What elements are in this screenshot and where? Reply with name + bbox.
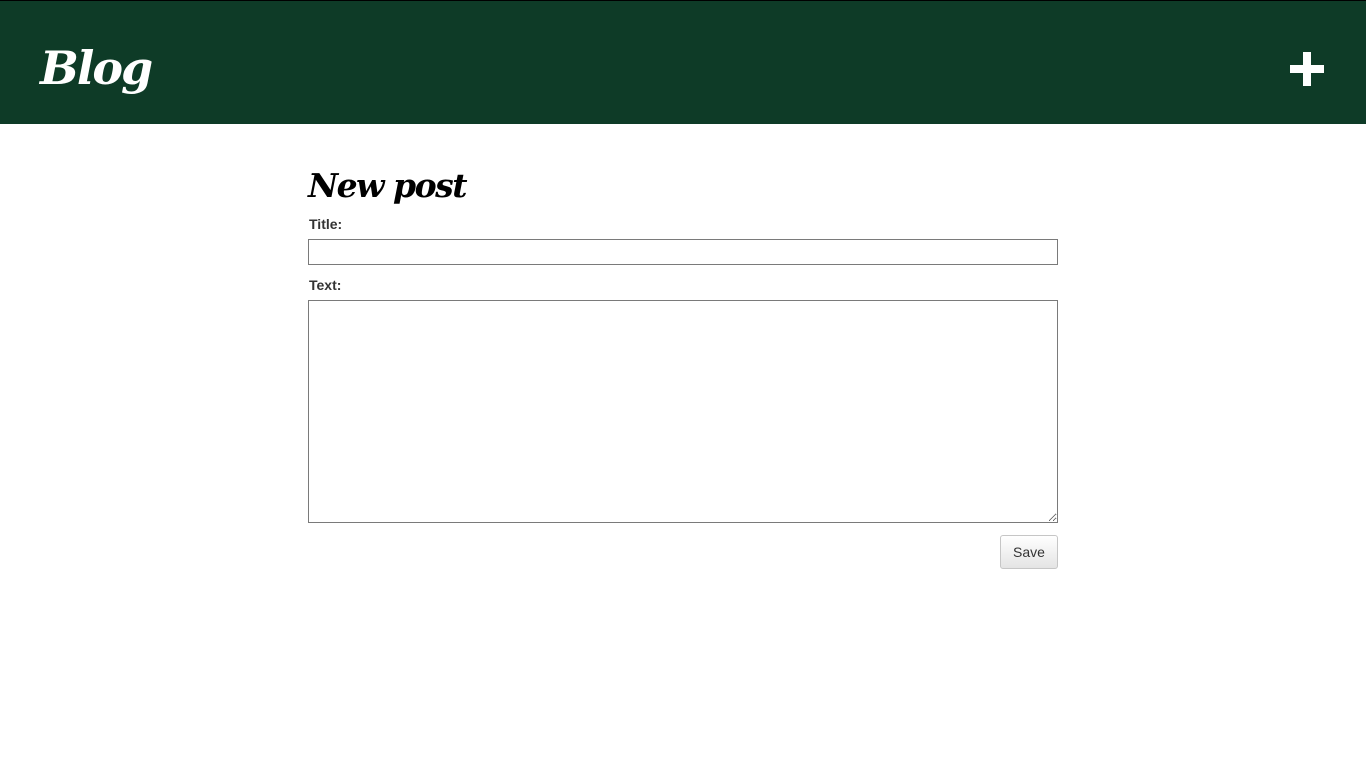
text-label: Text: (309, 277, 342, 293)
title-input[interactable] (308, 239, 1058, 265)
page-title: New post (308, 166, 467, 205)
save-button[interactable]: Save (1000, 535, 1058, 569)
text-textarea[interactable] (308, 300, 1058, 523)
plus-icon (1290, 52, 1324, 86)
add-post-button[interactable] (1287, 49, 1327, 89)
title-label: Title: (309, 216, 343, 232)
page-header: Blog (0, 0, 1366, 124)
blog-title-link[interactable]: Blog (40, 37, 153, 99)
